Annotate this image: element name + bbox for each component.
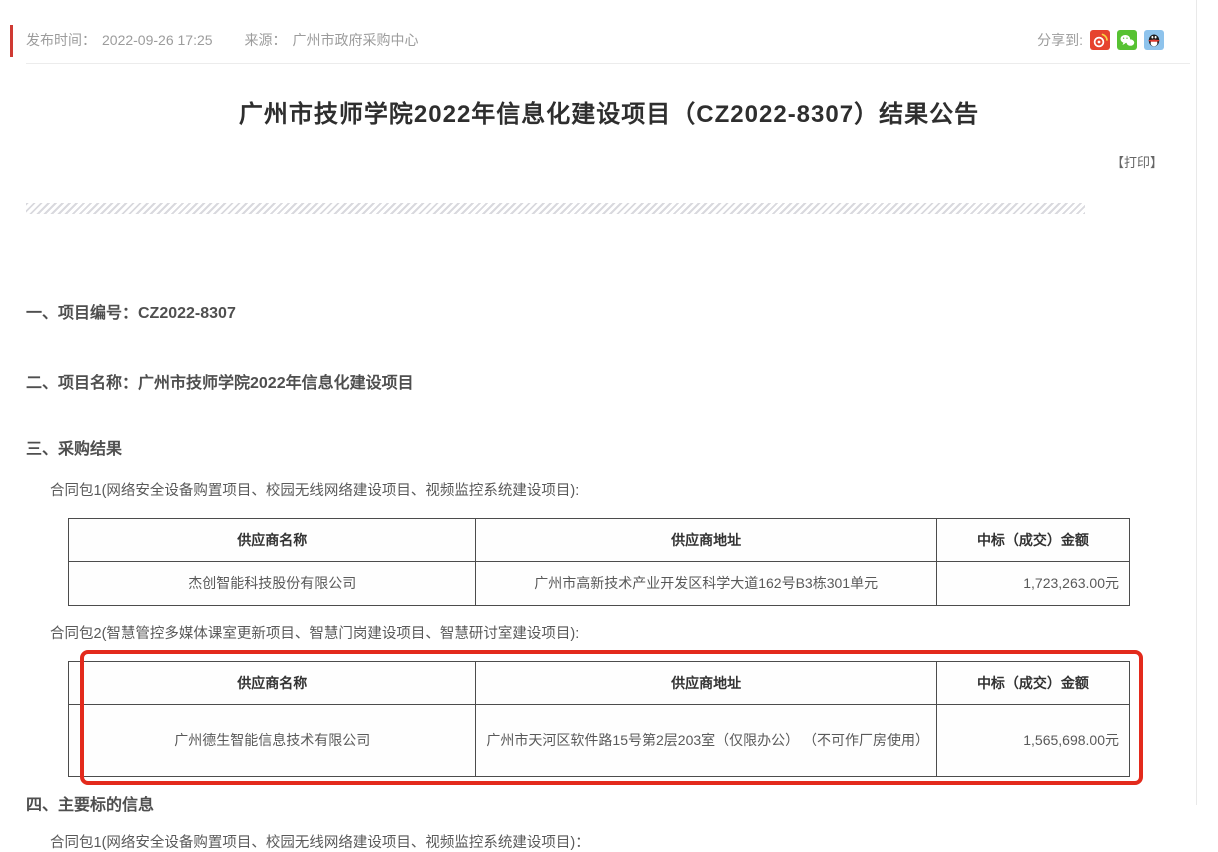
- col-header-supplier-address: 供应商地址: [476, 519, 936, 562]
- table-header-row: 供应商名称 供应商地址 中标（成交）金额: [69, 519, 1130, 562]
- supplier-name-cell: 广州德生智能信息技术有限公司: [69, 705, 476, 777]
- award-amount-cell: 1,723,263.00元: [936, 562, 1129, 606]
- print-button[interactable]: 【打印】: [1111, 155, 1163, 170]
- supplier-name-cell: 杰创智能科技股份有限公司: [69, 562, 476, 606]
- meta-bar: 发布时间： 2022-09-26 17:25 来源： 广州市政府采购中心 分享到:: [26, 0, 1190, 64]
- publish-time-value: 2022-09-26 17:25: [102, 32, 213, 48]
- source-label: 来源：: [245, 32, 287, 48]
- content-right-border: [1196, 0, 1197, 805]
- truncated-package-line: 合同包1(网络安全设备购置项目、校园无线网络建设项目、视频监控系统建设项目)：: [50, 831, 1218, 852]
- award-amount-cell: 1,565,698.00元: [936, 705, 1129, 777]
- package2-label: 合同包2(智慧管控多媒体课室更新项目、智慧门岗建设项目、智慧研讨室建设项目):: [50, 622, 1218, 643]
- annotation-red-tick: [10, 25, 13, 57]
- supplier-address-cell: 广州市天河区软件路15号第2层203室（仅限办公） （不可作厂房使用）: [476, 705, 936, 777]
- announcement-body: 一、项目编号：CZ2022-8307 二、项目名称：广州市技师学院2022年信息…: [26, 299, 1218, 852]
- print-row: 【打印】: [0, 152, 1218, 172]
- hatched-divider: [26, 203, 1085, 214]
- package2-table: 供应商名称 供应商地址 中标（成交）金额 广州德生智能信息技术有限公司 广州市天…: [68, 661, 1130, 777]
- table-row: 广州德生智能信息技术有限公司 广州市天河区软件路15号第2层203室（仅限办公）…: [69, 705, 1130, 777]
- wechat-icon[interactable]: [1117, 30, 1137, 50]
- col-header-award-amount: 中标（成交）金额: [936, 662, 1129, 705]
- section-project-name: 二、项目名称：广州市技师学院2022年信息化建设项目: [26, 369, 1218, 393]
- publish-info: 发布时间： 2022-09-26 17:25 来源： 广州市政府采购中心: [26, 30, 419, 50]
- page-title: 广州市技师学院2022年信息化建设项目（CZ2022-8307）结果公告: [0, 94, 1218, 129]
- section-main-subject-info: 四、主要标的信息: [26, 791, 1218, 815]
- publish-time-label: 发布时间：: [26, 32, 96, 48]
- source-value: 广州市政府采购中心: [293, 32, 419, 48]
- col-header-supplier-name: 供应商名称: [69, 519, 476, 562]
- package1-table-wrap: 供应商名称 供应商地址 中标（成交）金额 杰创智能科技股份有限公司 广州市高新技…: [68, 518, 1130, 606]
- col-header-supplier-name: 供应商名称: [69, 662, 476, 705]
- weibo-icon[interactable]: [1090, 30, 1110, 50]
- supplier-address-cell: 广州市高新技术产业开发区科学大道162号B3栋301单元: [476, 562, 936, 606]
- section-project-number: 一、项目编号：CZ2022-8307: [26, 299, 1218, 323]
- section-procurement-result: 三、采购结果: [26, 435, 1218, 459]
- qq-icon[interactable]: [1144, 30, 1164, 50]
- col-header-supplier-address: 供应商地址: [476, 662, 936, 705]
- share-label: 分享到:: [1037, 30, 1083, 50]
- table-header-row: 供应商名称 供应商地址 中标（成交）金额: [69, 662, 1130, 705]
- package1-label: 合同包1(网络安全设备购置项目、校园无线网络建设项目、视频监控系统建设项目):: [50, 479, 1218, 500]
- table-row: 杰创智能科技股份有限公司 广州市高新技术产业开发区科学大道162号B3栋301单…: [69, 562, 1130, 606]
- package1-table: 供应商名称 供应商地址 中标（成交）金额 杰创智能科技股份有限公司 广州市高新技…: [68, 518, 1130, 606]
- share-bar: 分享到:: [1037, 30, 1164, 50]
- package2-table-wrap: 供应商名称 供应商地址 中标（成交）金额 广州德生智能信息技术有限公司 广州市天…: [68, 661, 1130, 777]
- col-header-award-amount: 中标（成交）金额: [936, 519, 1129, 562]
